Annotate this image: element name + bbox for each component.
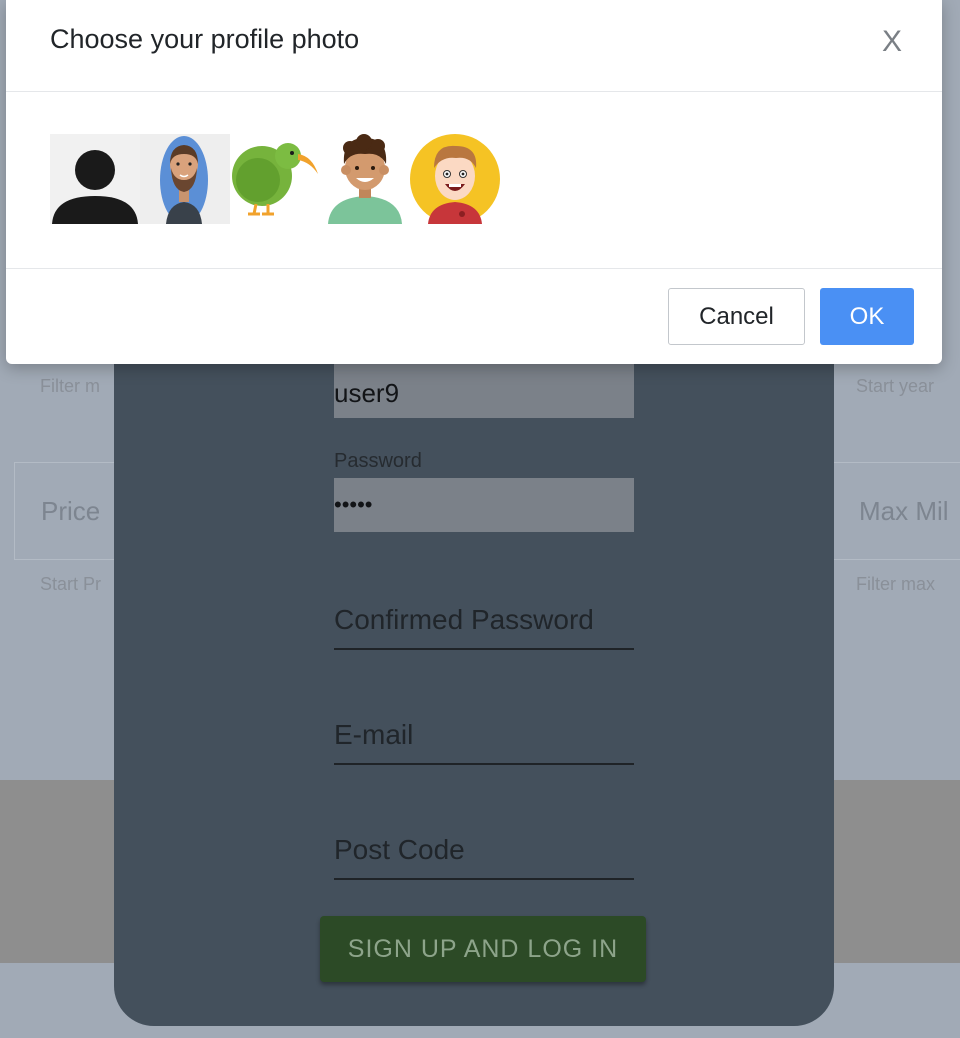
page: Filter m Start year Price Max Mil Start … <box>0 0 960 1038</box>
photo-option-default-silhouette[interactable] <box>50 134 140 224</box>
background-max-mileage-label: Max Mil <box>859 495 949 526</box>
confirm-password-placeholder: Confirmed Password <box>334 604 594 635</box>
background-hint-filter-max: Filter max <box>856 574 936 594</box>
postcode-placeholder: Post Code <box>334 834 465 865</box>
email-placeholder: E-mail <box>334 719 414 750</box>
modal-header: Choose your profile photo X <box>6 0 942 92</box>
kiwi-bird-icon <box>232 143 318 216</box>
photo-option-cartoon-boy[interactable] <box>410 134 500 224</box>
postcode-input[interactable]: Post Code <box>334 832 634 880</box>
background-hint-filter: Filter m <box>40 376 100 396</box>
silhouette-icon <box>52 150 138 224</box>
username-value: user9 <box>334 377 400 408</box>
password-input[interactable]: ••••• <box>334 478 634 532</box>
sign-up-and-log-in-button[interactable]: SIGN UP AND LOG IN <box>320 916 646 982</box>
profile-photo-modal: Choose your profile photo X Cancel OK <box>6 0 942 364</box>
curly-hair-boy-icon <box>328 134 402 224</box>
bearded-man-icon <box>140 134 230 224</box>
confirm-password-input[interactable]: Confirmed Password <box>334 602 634 650</box>
modal-title: Choose your profile photo <box>50 24 360 54</box>
background-hint-start-price: Start Pr <box>40 574 102 594</box>
close-icon[interactable]: X <box>874 22 910 62</box>
password-value: ••••• <box>334 492 373 517</box>
email-input[interactable]: E-mail <box>334 717 634 765</box>
background-max-mileage-field: Max Mil <box>832 462 960 560</box>
username-input[interactable]: user9 <box>334 364 634 418</box>
password-label: Password <box>334 450 422 472</box>
photo-options <box>50 134 500 224</box>
photo-option-curly-hair-boy[interactable] <box>320 134 410 224</box>
background-price-field: Price <box>14 462 124 560</box>
photo-option-bearded-man[interactable] <box>140 134 230 224</box>
background-price-label: Price <box>41 495 101 526</box>
cartoon-boy-icon <box>410 134 500 224</box>
background-hint-start-year: Start year <box>856 376 935 396</box>
photo-option-kiwi-bird[interactable] <box>230 134 320 224</box>
ok-button[interactable]: OK <box>820 288 914 345</box>
cancel-button[interactable]: Cancel <box>668 288 805 345</box>
